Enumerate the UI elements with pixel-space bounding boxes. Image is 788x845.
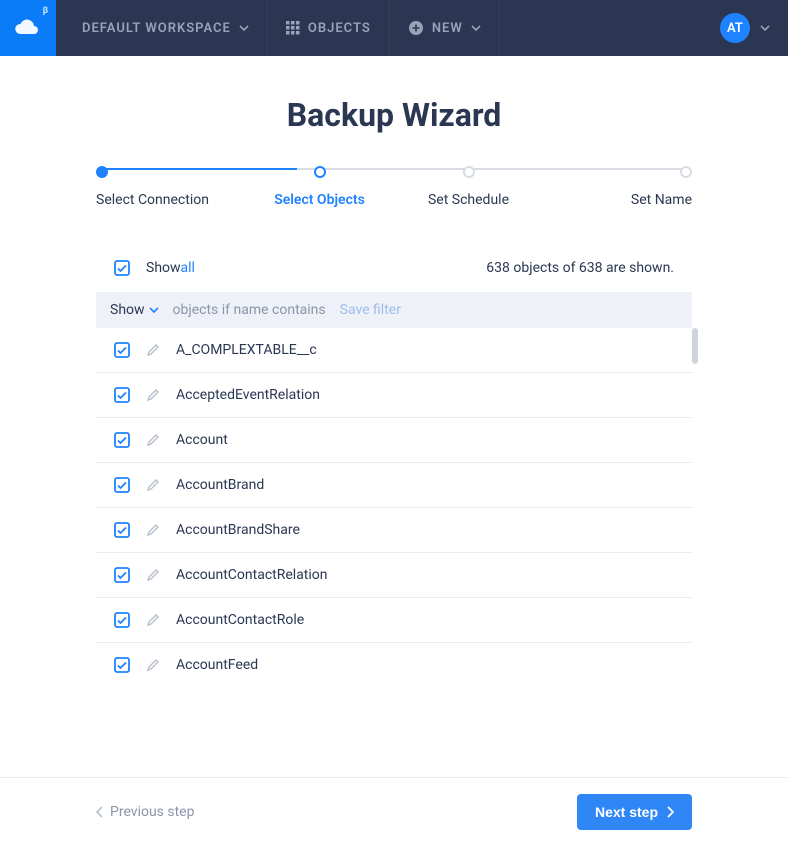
edit-icon[interactable] [146,658,160,672]
page-title: Backup Wizard [287,96,502,134]
object-checkbox[interactable] [114,477,130,493]
step-dot [680,166,692,178]
object-checkbox[interactable] [114,657,130,673]
save-filter-link[interactable]: Save filter [340,302,401,318]
object-row[interactable]: AccountBrandShare [96,508,692,553]
edit-icon[interactable] [146,478,160,492]
nav-new[interactable]: NEW [390,0,500,56]
edit-icon[interactable] [146,388,160,402]
step-label: Select Connection [96,192,245,208]
chevron-left-icon [96,806,104,818]
edit-icon[interactable] [146,568,160,582]
avatar: AT [720,13,750,43]
objects-count: 638 objects of 638 are shown. [486,260,674,276]
object-name: AccountBrand [176,477,264,493]
step-select-connection[interactable]: Select Connection [96,163,245,208]
plus-circle-icon [408,20,424,36]
show-all-link[interactable]: all [181,260,195,276]
show-label: Show [146,260,181,276]
cloud-icon [14,18,42,38]
object-checkbox[interactable] [114,567,130,583]
object-checkbox[interactable] [114,387,130,403]
stepper: Select Connection Select Objects Set Sch… [96,168,692,208]
workspace-label: DEFAULT WORKSPACE [82,21,231,36]
edit-icon[interactable] [146,433,160,447]
filter-show-label: Show [110,302,145,318]
object-checkbox[interactable] [114,342,130,358]
object-name: AcceptedEventRelation [176,387,320,403]
object-name: Account [176,432,228,448]
new-label: NEW [432,21,463,36]
object-checkbox[interactable] [114,612,130,628]
step-label: Set Name [543,192,692,208]
object-row[interactable]: A_COMPLEXTABLE__c [96,328,692,373]
objects-panel: Show all 638 objects of 638 are shown. S… [96,244,692,687]
show-all-row: Show all 638 objects of 638 are shown. [96,244,692,292]
chevron-down-icon [471,23,481,33]
previous-step-label: Previous step [110,804,194,820]
chevron-down-icon [760,23,770,33]
next-step-button[interactable]: Next step [577,794,692,830]
page: Backup Wizard Select Connection Select O… [0,56,788,777]
logo-badge: β [43,6,48,16]
object-row[interactable]: AccountContactRole [96,598,692,643]
check-all-icon[interactable] [114,260,130,276]
object-row[interactable]: Account [96,418,692,463]
step-dot-done [96,166,108,178]
step-set-name[interactable]: Set Name [543,163,692,208]
chevron-down-icon [239,23,249,33]
filter-bar: Show objects if name contains Save filte… [96,292,692,328]
edit-icon[interactable] [146,343,160,357]
logo[interactable]: β [0,0,56,56]
object-name: AccountContactRole [176,612,304,628]
nav-objects[interactable]: OBJECTS [268,0,390,56]
step-label: Select Objects [245,192,394,208]
grid-icon [286,21,300,35]
step-dot [463,166,475,178]
edit-icon[interactable] [146,523,160,537]
nav-spacer [500,0,702,56]
object-name: AccountContactRelation [176,567,328,583]
footer: Previous step Next step [0,777,788,845]
objects-label: OBJECTS [308,21,371,36]
step-select-objects[interactable]: Select Objects [245,163,394,208]
object-row[interactable]: AccountBrand [96,463,692,508]
step-set-schedule[interactable]: Set Schedule [394,163,543,208]
next-step-label: Next step [595,804,658,820]
chevron-right-icon [666,806,674,818]
scrollbar-thumb[interactable] [692,328,698,364]
filter-hint[interactable]: objects if name contains [173,302,326,318]
step-dot-active [314,166,326,178]
object-name: A_COMPLEXTABLE__c [176,342,317,358]
object-checkbox[interactable] [114,522,130,538]
object-checkbox[interactable] [114,432,130,448]
object-list: A_COMPLEXTABLE__c AcceptedEventRelation [96,328,692,687]
edit-icon[interactable] [146,613,160,627]
workspace-selector[interactable]: DEFAULT WORKSPACE [56,0,268,56]
filter-show-dropdown[interactable] [149,305,159,315]
object-row[interactable]: AccountFeed [96,643,692,687]
chevron-down-icon [149,305,159,315]
step-label: Set Schedule [394,192,543,208]
object-row[interactable]: AcceptedEventRelation [96,373,692,418]
object-name: AccountFeed [176,657,258,673]
previous-step-button[interactable]: Previous step [96,804,194,820]
user-menu[interactable]: AT [702,0,788,56]
topbar: β DEFAULT WORKSPACE OBJECTS NEW [0,0,788,56]
object-name: AccountBrandShare [176,522,300,538]
object-row[interactable]: AccountContactRelation [96,553,692,598]
